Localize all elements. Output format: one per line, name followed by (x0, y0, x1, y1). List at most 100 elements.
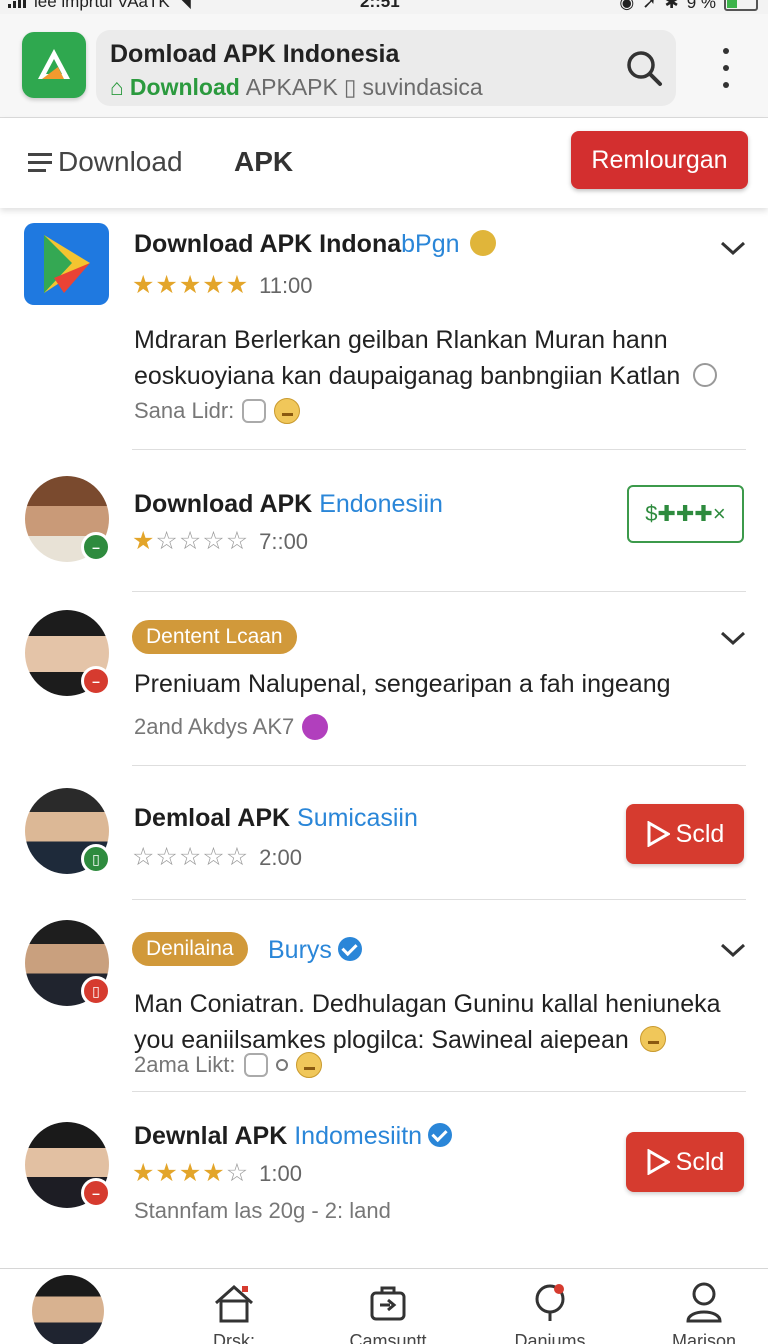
chevron-down-icon[interactable] (718, 238, 748, 258)
status-badge: – (81, 532, 111, 562)
item-meta: 2and Akdys AK7 (134, 714, 329, 740)
star-filled-icon: ★ (132, 527, 156, 555)
list-item[interactable]: – Dewnlal APK Indomesiitn ★★★★☆ 1:00 Stan… (0, 1092, 768, 1268)
item-body: Mdraran Berlerkan geilban Rlankan Muran … (134, 322, 734, 394)
emoji-icon (639, 1026, 666, 1052)
alarm-icon: ◉ (619, 0, 635, 12)
top-nav: Download APK Remlourgan (0, 118, 768, 208)
sad-emoji-icon (693, 363, 718, 387)
sticker-icon (242, 399, 267, 423)
chevron-down-icon[interactable] (718, 940, 748, 960)
item-author: Burys (268, 936, 362, 965)
circle-icon (275, 1059, 288, 1071)
bottom-nav: Drsk: Camsuntt Daniums Marison (0, 1268, 768, 1344)
avatar[interactable]: – (25, 610, 111, 696)
item-meta: 2ama Likt: (134, 1052, 322, 1078)
avatar[interactable]: – (25, 476, 111, 562)
star-filled-icon: ★ (202, 271, 226, 299)
verified-icon (428, 1123, 453, 1147)
address-bar[interactable]: Domload APK Indonesia ⌂ Download APKAPK … (96, 30, 676, 106)
app-logo-icon[interactable] (22, 32, 86, 98)
url-green-text: Download (129, 74, 240, 100)
wifi-icon: ◥ (177, 0, 191, 11)
nav-item-desk[interactable]: Drsk: (174, 1269, 294, 1344)
avatar[interactable]: ▯ (25, 920, 111, 1006)
battery-percent: 9 % (686, 0, 716, 12)
item-title: Download APK IndonabPgn (134, 230, 497, 259)
location-pin-icon (535, 1284, 565, 1321)
nav-label: Camsuntt (349, 1331, 427, 1344)
star-filled-icon: ★ (202, 1159, 226, 1187)
feed: Download APK IndonabPgn ★★★★★ 11:00 Mdrar… (0, 208, 768, 1268)
item-time: 7::00 (259, 529, 309, 554)
status-badge: ▯ (81, 844, 111, 874)
item-tag: Dentent Lcaan (132, 620, 297, 654)
item-title: Download APK Endonesiin (134, 490, 443, 518)
item-time: 11:00 (259, 273, 313, 298)
avatar[interactable]: – (25, 1122, 111, 1208)
home-icon (215, 1284, 253, 1323)
more-options-icon[interactable] (716, 48, 736, 88)
item-meta: Sana Lidr: (134, 398, 301, 424)
chevron-down-icon[interactable] (718, 628, 748, 648)
user-icon (686, 1282, 722, 1323)
signal-icon (8, 0, 26, 8)
url-domain: suvindasica (362, 74, 483, 100)
nav-item-marison[interactable]: Marison (644, 1269, 764, 1344)
item-body: Preniuam Nalupenal, sengearipan a fah in… (134, 670, 671, 698)
nav-item-daniums[interactable]: Daniums (490, 1269, 610, 1344)
carrier-text: lee imprtul VAaTK (34, 0, 170, 11)
star-empty-icon: ☆ (132, 843, 156, 871)
primary-action-button[interactable]: Remlourgan (571, 131, 748, 189)
download-menu[interactable]: Download (28, 146, 183, 178)
list-item[interactable]: ▯ Demloal APK Sumicasiin ☆☆☆☆☆ 2:00 Scld (0, 766, 768, 900)
item-body: Man Coniatran. Dedhulagan Guninu kallal … (134, 990, 721, 1054)
status-badge: – (81, 1178, 111, 1208)
badge-icon (470, 230, 497, 256)
star-filled-icon: ★ (132, 1159, 156, 1187)
item-time: 2:00 (259, 845, 302, 870)
rating-stars: ★★★★★ 11:00 (132, 270, 313, 300)
emoji-icon (295, 1052, 322, 1078)
page-icon: ▯ (343, 74, 357, 100)
item-title: Demloal APK Sumicasiin (134, 804, 418, 832)
browser-bar: Domload APK Indonesia ⌂ Download APKAPK … (0, 14, 768, 118)
list-item[interactable]: – Dentent Lcaan Preniuam Nalupenal, seng… (0, 592, 768, 766)
list-item[interactable]: ▯ Denilaina Burys Man Coniatran. Dedhula… (0, 900, 768, 1092)
star-empty-icon: ☆ (202, 527, 226, 555)
star-filled-icon: ★ (155, 271, 179, 299)
star-empty-icon: ☆ (155, 843, 179, 871)
app-item-icon (24, 223, 109, 305)
battery-icon (724, 0, 758, 11)
star-empty-icon: ☆ (178, 843, 203, 871)
status-badge: – (81, 666, 111, 696)
rating-stars: ★★★★☆ 1:00 (132, 1158, 302, 1188)
item-action-button[interactable]: $✚✚✚× (627, 485, 744, 543)
play-icon (647, 821, 670, 847)
avatar[interactable]: ▯ (25, 788, 111, 874)
nav-item-camsuntt[interactable]: Camsuntt (328, 1269, 448, 1344)
list-item[interactable]: Download APK IndonabPgn ★★★★★ 11:00 Mdrar… (0, 208, 768, 450)
star-empty-icon: ☆ (225, 527, 250, 555)
briefcase-icon (370, 1286, 406, 1321)
status-badge: ▯ (81, 976, 111, 1006)
star-filled-icon: ★ (155, 1159, 179, 1187)
star-empty-icon: ☆ (155, 527, 179, 555)
location-icon: ➚ (642, 0, 657, 12)
url-line: ⌂ Download APKAPK ▯ suvindasica (110, 74, 483, 101)
sold-button[interactable]: Scld (626, 1132, 744, 1192)
play-icon (647, 1149, 670, 1175)
list-item[interactable]: – Download APK Endonesiin ★☆☆☆☆ 7::00 $✚✚… (0, 450, 768, 592)
profile-avatar[interactable] (32, 1275, 104, 1344)
search-icon[interactable] (624, 48, 664, 88)
item-meta: Stannfam las 20g - 2: land (134, 1198, 391, 1223)
sticker-icon (243, 1053, 268, 1077)
hamburger-icon (28, 152, 52, 172)
sold-button[interactable]: Scld (626, 804, 744, 864)
apk-tab[interactable]: APK (234, 146, 293, 178)
rating-stars: ★☆☆☆☆ 7::00 (132, 526, 308, 556)
status-time: 2::51 (360, 0, 400, 11)
page-title: Domload APK Indonesia (110, 40, 400, 68)
star-filled-icon: ★ (132, 271, 156, 299)
item-time: 1:00 (259, 1161, 302, 1186)
